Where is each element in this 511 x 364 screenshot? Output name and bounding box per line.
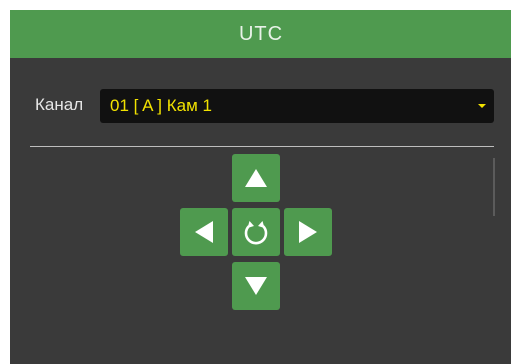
channel-row: Канал 01 [ A ] Кам 1 <box>10 89 511 123</box>
arrow-up-icon <box>245 169 267 187</box>
arrow-down-icon <box>245 277 267 295</box>
divider <box>30 146 494 147</box>
utc-dialog: UTC Канал 01 [ A ] Кам 1 <box>10 10 511 364</box>
ptz-right-button[interactable] <box>284 208 332 256</box>
refresh-icon <box>244 221 268 245</box>
channel-selected-value: 01 [ A ] Кам 1 <box>110 96 212 115</box>
ptz-up-button[interactable] <box>232 154 280 202</box>
title-bar: UTC <box>10 10 511 58</box>
ptz-left-button[interactable] <box>180 208 228 256</box>
arrow-left-icon <box>195 221 213 243</box>
ptz-down-button[interactable] <box>232 262 280 310</box>
arrow-right-icon <box>299 221 317 243</box>
dialog-title: UTC <box>238 22 284 45</box>
chevron-down-icon <box>478 104 486 108</box>
scrollbar[interactable] <box>493 158 495 216</box>
channel-label: Канал <box>35 95 84 114</box>
channel-dropdown[interactable]: 01 [ A ] Кам 1 <box>100 89 494 123</box>
ptz-reset-button[interactable] <box>232 208 280 256</box>
